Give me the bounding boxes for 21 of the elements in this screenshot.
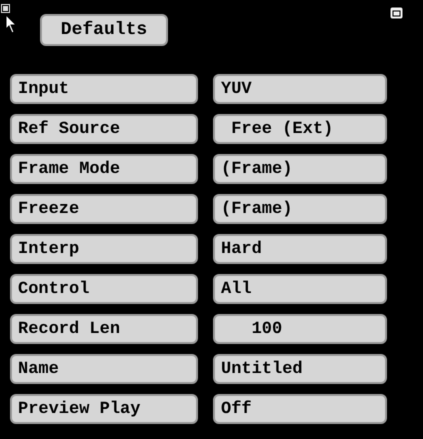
setting-label-button[interactable]: Frame Mode <box>10 154 198 184</box>
window-icon[interactable] <box>390 7 403 19</box>
setting-label-button[interactable]: Input <box>10 74 198 104</box>
window-icon[interactable] <box>1 4 10 13</box>
setting-value-button[interactable]: 100 <box>213 314 387 344</box>
setting-label-button[interactable]: Interp <box>10 234 198 264</box>
defaults-button[interactable]: Defaults <box>40 14 168 46</box>
setting-label-button[interactable]: Preview Play <box>10 394 198 424</box>
setting-value-button[interactable]: Untitled <box>213 354 387 384</box>
setting-value-button[interactable]: All <box>213 274 387 304</box>
setting-value-button[interactable]: YUV <box>213 74 387 104</box>
setting-value-button[interactable]: (Frame) <box>213 194 387 224</box>
setting-label-button[interactable]: Name <box>10 354 198 384</box>
setting-value-button[interactable]: Hard <box>213 234 387 264</box>
setting-label-button[interactable]: Freeze <box>10 194 198 224</box>
setting-value-button[interactable]: (Frame) <box>213 154 387 184</box>
setting-value-button[interactable]: Free (Ext) <box>213 114 387 144</box>
setting-label-button[interactable]: Ref Source <box>10 114 198 144</box>
setting-value-button[interactable]: Off <box>213 394 387 424</box>
setting-label-button[interactable]: Record Len <box>10 314 198 344</box>
setting-label-button[interactable]: Control <box>10 274 198 304</box>
